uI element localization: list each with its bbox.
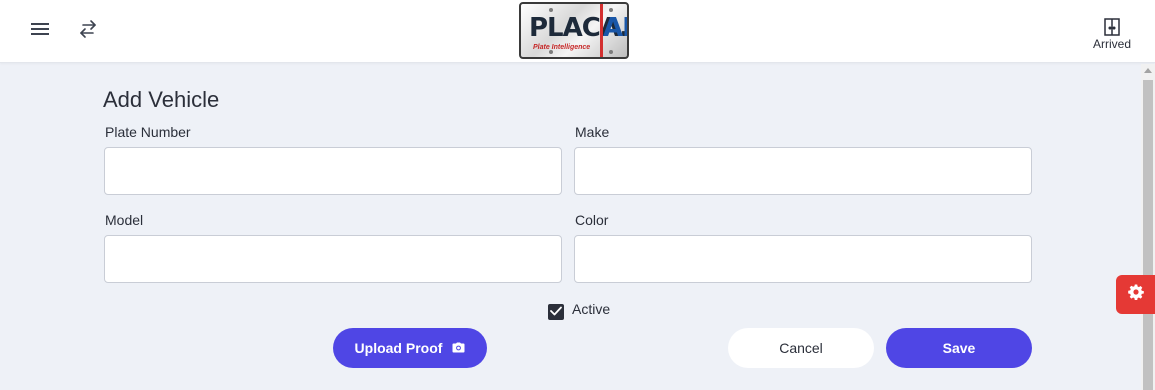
logo-ai-text: AI — [603, 13, 629, 43]
model-input[interactable] — [104, 235, 562, 283]
color-input[interactable] — [574, 235, 1032, 283]
top-bar: PLACA. AI Plate Intelligence Arrived — [0, 0, 1155, 63]
swap-button[interactable] — [74, 17, 102, 45]
gear-icon — [1127, 284, 1144, 305]
scroll-up-button[interactable] — [1141, 64, 1155, 78]
cancel-button[interactable]: Cancel — [728, 328, 874, 368]
scroll-up-arrow-icon — [1144, 60, 1152, 78]
placa-ai-logo: PLACA. AI Plate Intelligence — [519, 2, 629, 59]
arrived-label: Arrived — [1092, 37, 1131, 51]
menu-button[interactable] — [26, 17, 54, 45]
page-title: Add Vehicle — [103, 87, 220, 112]
scrollbar-thumb[interactable] — [1143, 80, 1153, 390]
logo-tagline: Plate Intelligence — [533, 44, 591, 51]
color-label: Color — [575, 212, 609, 228]
make-input[interactable] — [574, 147, 1032, 195]
hamburger-menu-icon — [30, 21, 50, 42]
model-label: Model — [105, 212, 144, 228]
swap-arrows-icon — [78, 19, 98, 44]
plate-number-label: Plate Number — [105, 124, 191, 140]
save-button[interactable]: Save — [886, 328, 1032, 368]
checkmark-icon — [550, 303, 562, 321]
settings-tab[interactable] — [1116, 275, 1155, 314]
camera-icon — [452, 340, 465, 356]
upload-proof-button[interactable]: Upload Proof — [333, 328, 487, 368]
plate-number-input[interactable] — [104, 147, 562, 195]
door-icon — [1090, 18, 1134, 36]
active-checkbox[interactable] — [548, 304, 564, 320]
upload-proof-label: Upload Proof — [354, 340, 443, 356]
make-label: Make — [575, 124, 610, 140]
active-label: Active — [572, 301, 611, 317]
arrived-button[interactable]: Arrived — [1090, 18, 1134, 51]
